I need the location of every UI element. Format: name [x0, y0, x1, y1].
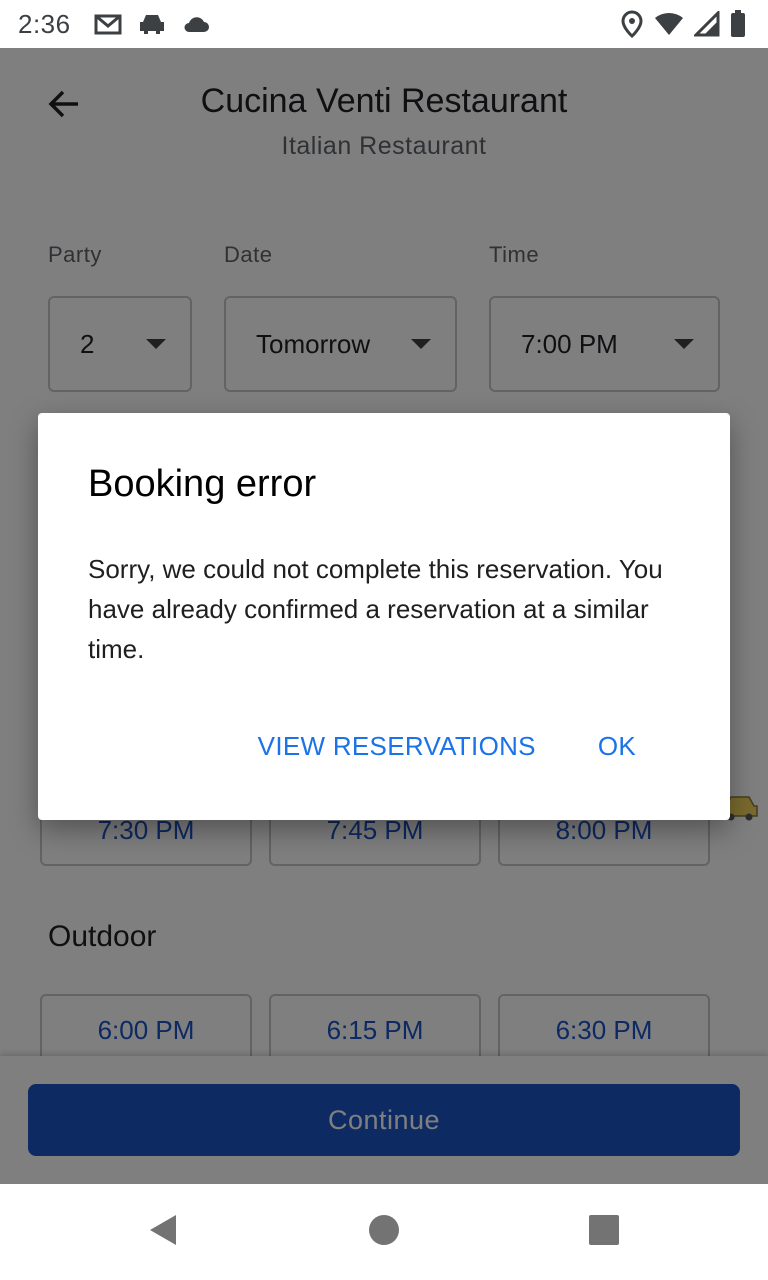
battery-icon [730, 10, 746, 38]
home-circle-icon [368, 1214, 400, 1251]
nav-home-button[interactable] [366, 1214, 402, 1250]
status-bar: 2:36 [0, 0, 768, 48]
status-right-icons [620, 10, 746, 38]
booking-error-dialog: Booking error Sorry, we could not comple… [38, 413, 730, 820]
wifi-icon [654, 11, 684, 37]
status-time: 2:36 [18, 8, 71, 39]
nav-back-button[interactable] [144, 1214, 180, 1250]
signal-icon [694, 11, 720, 37]
gmail-icon [93, 12, 123, 36]
ok-button[interactable]: OK [598, 731, 636, 762]
system-nav-bar [0, 1184, 768, 1280]
dialog-title: Booking error [88, 463, 317, 505]
status-left-icons [93, 12, 211, 36]
view-reservations-button[interactable]: VIEW RESERVATIONS [258, 731, 536, 762]
cloud-icon [181, 12, 211, 36]
location-icon [620, 10, 644, 38]
dialog-actions: VIEW RESERVATIONS OK [258, 731, 636, 762]
nav-recents-button[interactable] [586, 1214, 622, 1250]
dialog-message: Sorry, we could not complete this reserv… [88, 554, 663, 664]
car-icon [137, 12, 167, 36]
recents-square-icon [588, 1214, 620, 1251]
back-triangle-icon [146, 1213, 178, 1252]
